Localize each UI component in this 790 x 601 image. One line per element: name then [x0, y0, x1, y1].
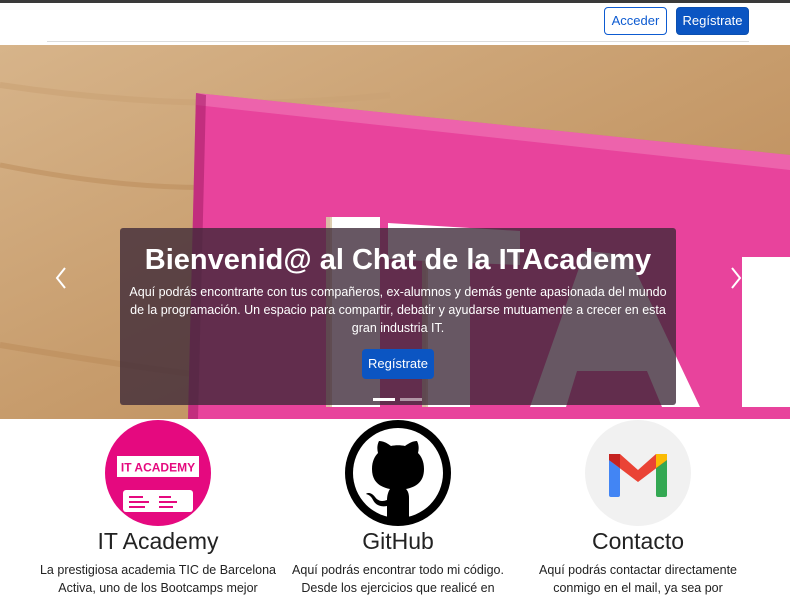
navbar-divider: [47, 41, 749, 42]
hero-description: Aquí podrás encontrarte con tus compañer…: [129, 285, 667, 335]
carousel-indicator-2[interactable]: [400, 398, 422, 401]
github-logo-icon[interactable]: [345, 420, 451, 526]
hero-title: Bienvenid@ al Chat de la ITAcademy: [144, 244, 652, 276]
hero-carousel: Bienvenid@ al Chat de la ITAcademy Aquí …: [0, 45, 790, 419]
carousel-indicator-1[interactable]: [373, 398, 395, 401]
register-button[interactable]: Regístrate: [676, 7, 749, 35]
navbar: Acceder Regístrate: [0, 3, 790, 45]
feature-description: La prestigiosa academia TIC de Barcelona…: [39, 563, 277, 595]
hero-caption: Bienvenid@ al Chat de la ITAcademy Aquí …: [120, 228, 676, 405]
gmail-logo-icon[interactable]: [585, 420, 691, 526]
itacademy-logo-icon[interactable]: IT ACADEMY: [105, 420, 211, 526]
feature-title: GitHub: [362, 528, 434, 554]
feature-description: Aquí podrás encontrar todo mi código. De…: [292, 563, 504, 595]
carousel-prev-icon[interactable]: [50, 263, 74, 293]
login-button[interactable]: Acceder: [604, 7, 667, 35]
hero-register-button[interactable]: Regístrate: [362, 349, 434, 379]
feature-title: Contacto: [591, 528, 685, 554]
feature-description: Aquí podrás contactar directamente conmi…: [538, 563, 738, 595]
carousel-next-icon[interactable]: [724, 263, 748, 293]
itacademy-logo-text: IT ACADEMY: [121, 461, 195, 475]
feature-title: IT Academy: [97, 528, 219, 554]
